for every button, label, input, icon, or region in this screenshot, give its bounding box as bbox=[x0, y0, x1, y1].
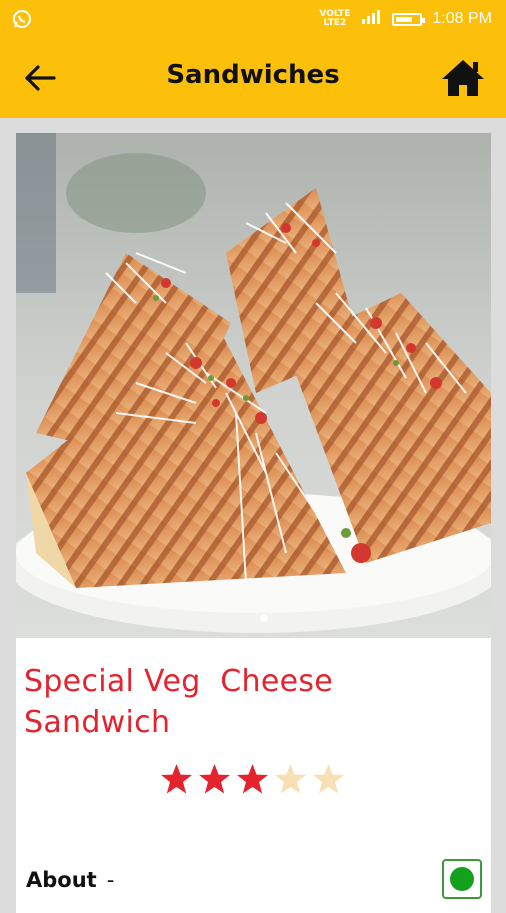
star-empty-icon[interactable] bbox=[274, 763, 307, 796]
carousel-dot[interactable] bbox=[260, 614, 268, 622]
status-time: 1:08 PM bbox=[432, 10, 492, 27]
about-label: About - bbox=[26, 868, 114, 892]
whatsapp-icon bbox=[12, 9, 32, 29]
star-filled-icon[interactable] bbox=[236, 763, 269, 796]
star-filled-icon[interactable] bbox=[198, 763, 231, 796]
page-title: Sandwiches bbox=[166, 60, 340, 90]
product-card: Special Veg Cheese Sandwich About - bbox=[16, 133, 491, 913]
star-empty-icon[interactable] bbox=[312, 763, 345, 796]
battery-icon bbox=[392, 12, 426, 26]
star-rating bbox=[160, 763, 345, 796]
star-filled-icon[interactable] bbox=[160, 763, 193, 796]
app-bar: Sandwiches bbox=[0, 38, 506, 118]
about-label-text: About bbox=[26, 868, 97, 892]
status-bar: VOLTE LTE2 1:08 PM bbox=[0, 0, 506, 38]
product-title: Special Veg Cheese Sandwich bbox=[24, 664, 334, 740]
about-separator: - bbox=[106, 868, 115, 892]
home-icon[interactable] bbox=[440, 58, 486, 98]
signal-icon bbox=[360, 9, 382, 30]
sandwich-photo[interactable] bbox=[16, 133, 491, 638]
veg-mark-icon bbox=[442, 859, 482, 899]
sim1-indicator: VOLTE LTE2 bbox=[319, 9, 351, 28]
